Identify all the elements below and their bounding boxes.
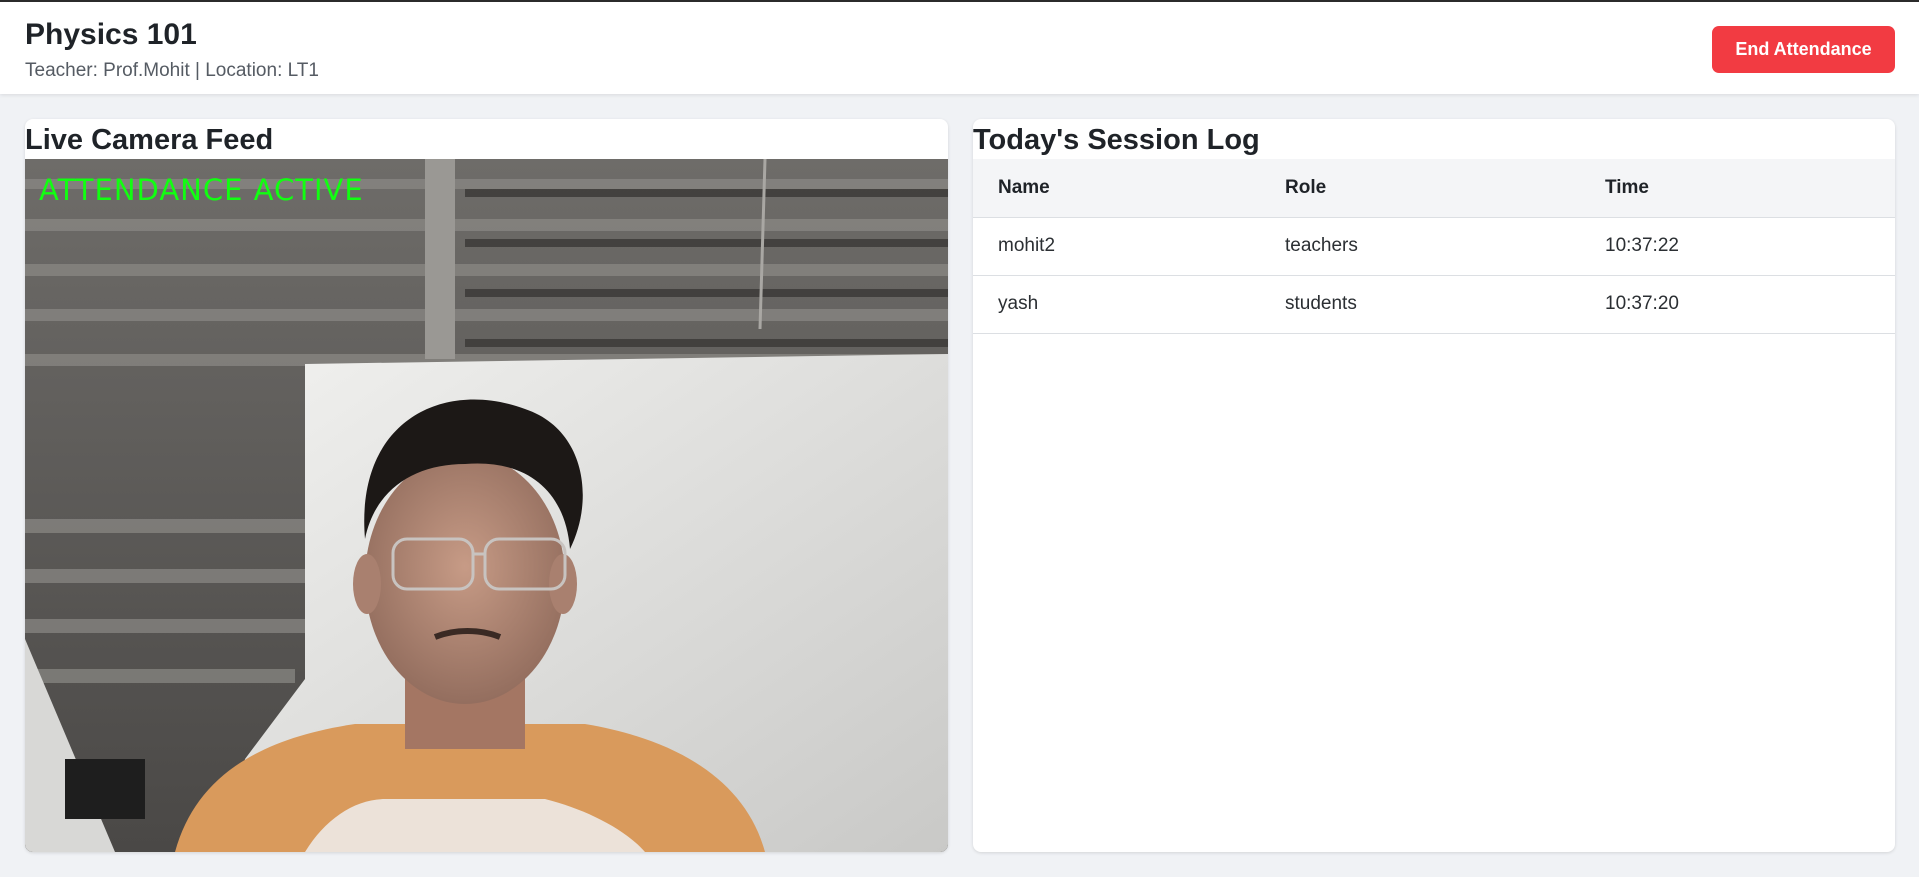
column-header-role: Role — [1260, 159, 1580, 218]
camera-card: Live Camera Feed ATTENDANCE ACTIVE — [25, 119, 948, 852]
table-row: mohit2 teachers 10:37:22 — [973, 217, 1895, 276]
camera-feed: ATTENDANCE ACTIVE — [25, 159, 948, 852]
session-log-title: Today's Session Log — [973, 124, 1260, 156]
cell-time: 10:37:22 — [1580, 217, 1895, 276]
course-title: Physics 101 — [25, 18, 197, 51]
table-header-row: Name Role Time — [973, 159, 1895, 218]
cell-name: mohit2 — [973, 217, 1260, 276]
cell-time: 10:37:20 — [1580, 275, 1895, 334]
session-log-table: Name Role Time mohit2 teachers 10:37:22 … — [973, 159, 1895, 334]
top-header: Physics 101 Teacher: Prof.Mohit | Locati… — [0, 0, 1919, 94]
course-subtitle: Teacher: Prof.Mohit | Location: LT1 — [25, 60, 319, 81]
table-row: yash students 10:37:20 — [973, 275, 1895, 334]
column-header-name: Name — [973, 159, 1260, 218]
camera-feed-image — [25, 159, 948, 852]
attendance-active-overlay: ATTENDANCE ACTIVE — [39, 173, 364, 207]
cell-role: students — [1260, 275, 1580, 334]
cell-role: teachers — [1260, 217, 1580, 276]
cell-name: yash — [973, 275, 1260, 334]
end-attendance-button[interactable]: End Attendance — [1712, 26, 1895, 73]
column-header-time: Time — [1580, 159, 1895, 218]
camera-card-title: Live Camera Feed — [25, 124, 274, 156]
session-log-card: Today's Session Log Name Role Time mohit… — [973, 119, 1895, 852]
